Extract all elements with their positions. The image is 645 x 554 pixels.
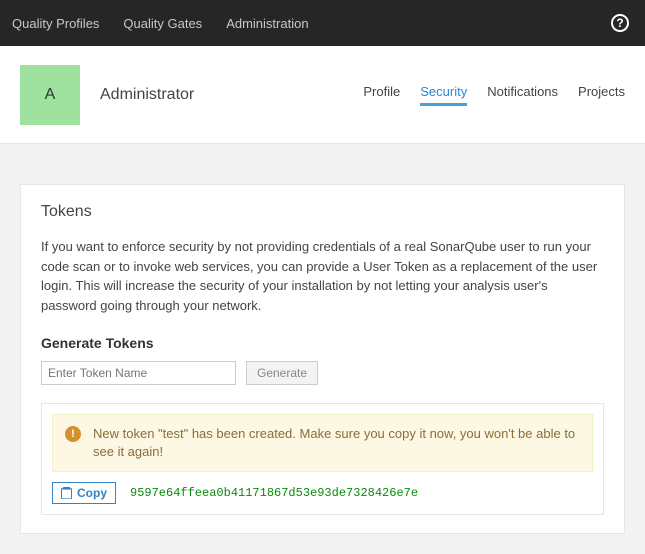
warning-icon: ! bbox=[65, 426, 81, 442]
token-created-alert: ! New token "test" has been created. Mak… bbox=[52, 414, 593, 472]
token-value: 9597e64ffeea0b41171867d53e93de7328426e7e bbox=[130, 486, 418, 500]
generate-row: Generate bbox=[41, 361, 604, 385]
token-result-box: ! New token "test" has been created. Mak… bbox=[41, 403, 604, 515]
clipboard-icon bbox=[61, 487, 72, 499]
avatar: A bbox=[20, 65, 80, 125]
card-description: If you want to enforce security by not p… bbox=[41, 237, 604, 315]
card-title: Tokens bbox=[41, 203, 604, 221]
tab-notifications[interactable]: Notifications bbox=[487, 84, 558, 106]
token-row: Copy 9597e64ffeea0b41171867d53e93de73284… bbox=[52, 482, 593, 504]
token-name-input[interactable] bbox=[41, 361, 236, 385]
account-tabs: Profile Security Notifications Projects bbox=[363, 84, 625, 106]
top-nav: Quality Profiles Quality Gates Administr… bbox=[0, 0, 645, 46]
copy-button-label: Copy bbox=[77, 486, 107, 500]
tokens-card: Tokens If you want to enforce security b… bbox=[20, 184, 625, 534]
alert-text: New token "test" has been created. Make … bbox=[93, 425, 580, 461]
account-header: A Administrator Profile Security Notific… bbox=[0, 46, 645, 144]
username-label: Administrator bbox=[100, 86, 194, 104]
content-area: Tokens If you want to enforce security b… bbox=[0, 144, 645, 554]
copy-button[interactable]: Copy bbox=[52, 482, 116, 504]
generate-heading: Generate Tokens bbox=[41, 335, 604, 351]
nav-administration[interactable]: Administration bbox=[214, 16, 320, 31]
tab-projects[interactable]: Projects bbox=[578, 84, 625, 106]
generate-button[interactable]: Generate bbox=[246, 361, 318, 385]
tab-profile[interactable]: Profile bbox=[363, 84, 400, 106]
tab-security[interactable]: Security bbox=[420, 84, 467, 106]
nav-quality-profiles[interactable]: Quality Profiles bbox=[0, 16, 111, 31]
nav-quality-gates[interactable]: Quality Gates bbox=[111, 16, 214, 31]
help-icon[interactable]: ? bbox=[611, 14, 629, 32]
